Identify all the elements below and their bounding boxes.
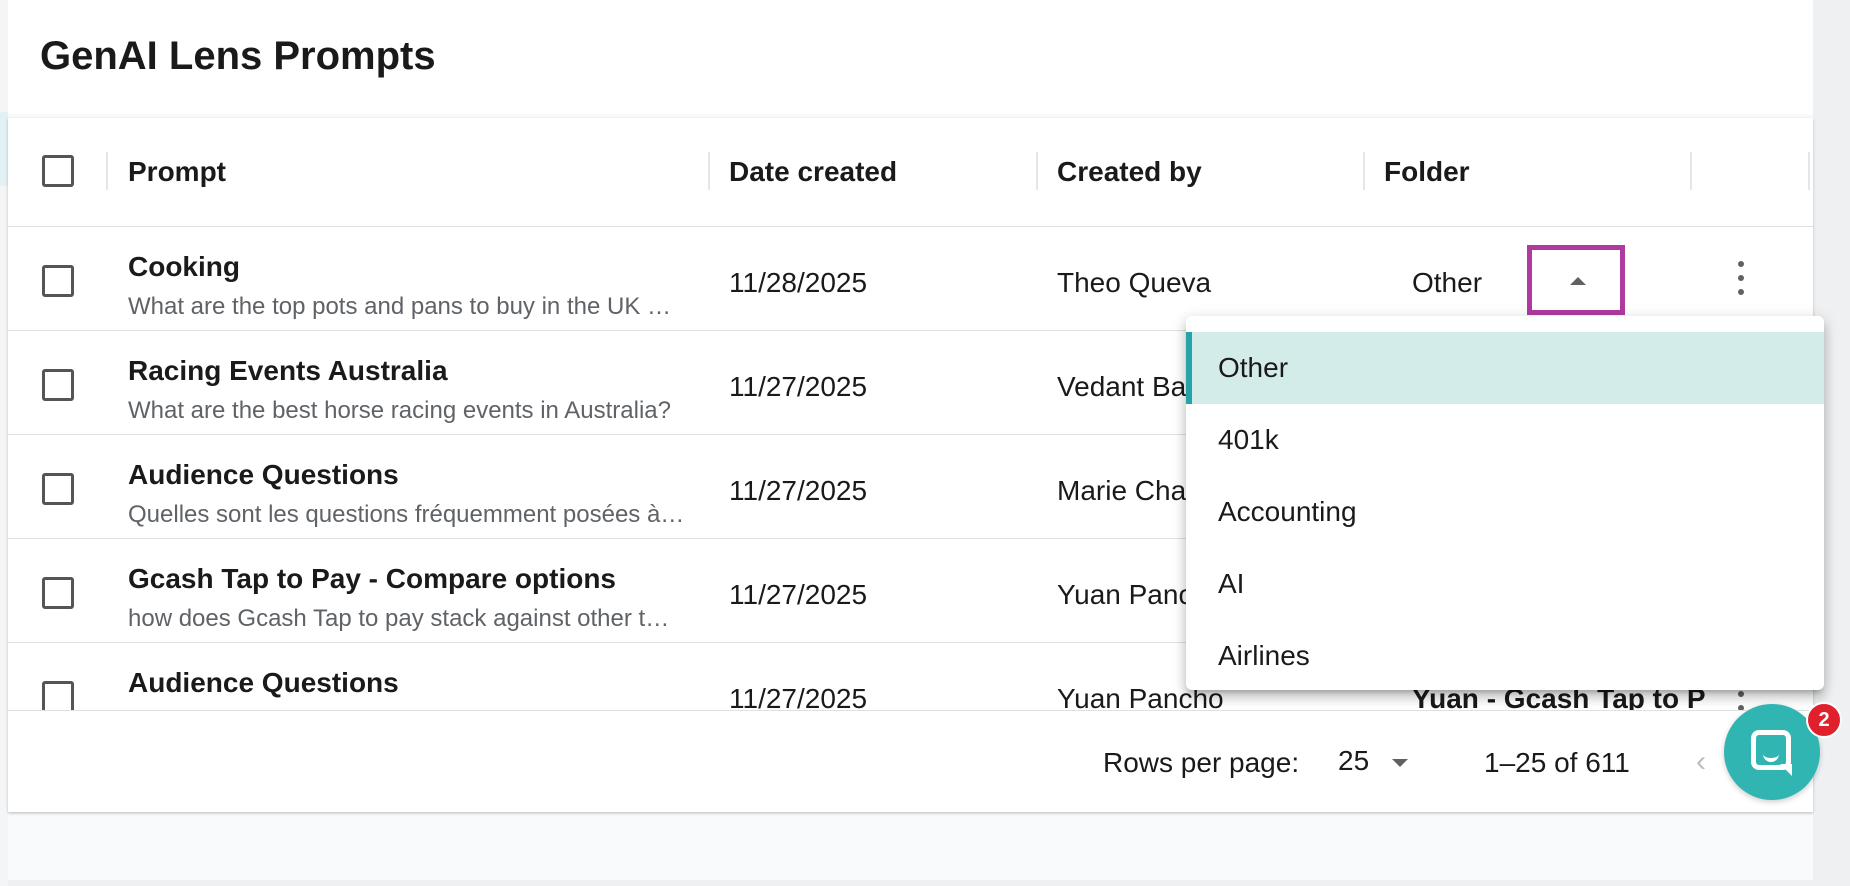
column-separator bbox=[1808, 152, 1810, 190]
folder-option[interactable]: Other bbox=[1186, 332, 1824, 404]
prompt-title[interactable]: Racing Events Australia bbox=[128, 355, 448, 387]
prompt-description: What are the top pots and pans to buy in… bbox=[128, 293, 671, 320]
column-separator bbox=[708, 152, 710, 190]
column-separator bbox=[1690, 152, 1692, 190]
created-by: Theo Queva bbox=[1057, 267, 1212, 298]
folder-option[interactable]: 401k bbox=[1186, 404, 1824, 476]
folder-select-toggle[interactable] bbox=[1527, 245, 1625, 315]
left-sidebar-edge bbox=[0, 0, 8, 886]
date-created: 11/27/2025 bbox=[729, 475, 868, 506]
column-header-created-by[interactable]: Created by bbox=[1057, 156, 1202, 188]
page-title: GenAI Lens Prompts bbox=[40, 34, 436, 78]
column-separator bbox=[1036, 152, 1038, 190]
row-checkbox[interactable] bbox=[42, 681, 74, 710]
row-checkbox[interactable] bbox=[42, 265, 74, 297]
date-created: 11/27/2025 bbox=[729, 579, 868, 610]
table-header: Prompt Date created Created by Folder bbox=[8, 118, 1813, 227]
folder-select-value[interactable]: Other bbox=[1412, 267, 1482, 299]
table-pagination: Rows per page: 25 1–25 of 611 ‹ bbox=[8, 710, 1813, 812]
created-by: Vedant Ba bbox=[1057, 371, 1187, 402]
row-checkbox[interactable] bbox=[42, 577, 74, 609]
created-by: Yuan Panc bbox=[1057, 579, 1193, 610]
folder-option[interactable]: Accounting bbox=[1186, 476, 1824, 548]
previous-page-icon[interactable]: ‹ bbox=[1696, 745, 1706, 779]
folder-option[interactable]: AI bbox=[1186, 548, 1824, 620]
date-created: 11/28/2025 bbox=[729, 267, 868, 298]
date-created: 11/27/2025 bbox=[729, 683, 868, 710]
column-header-prompt[interactable]: Prompt bbox=[128, 156, 226, 188]
column-header-folder[interactable]: Folder bbox=[1384, 156, 1470, 188]
row-checkbox[interactable] bbox=[42, 473, 74, 505]
notification-badge: 2 bbox=[1806, 702, 1842, 738]
sidebar-active-indicator bbox=[0, 112, 8, 186]
select-all-checkbox[interactable] bbox=[42, 155, 74, 187]
prompt-description: how does Gcash Tap to pay stack against … bbox=[128, 605, 670, 632]
prompt-title[interactable]: Gcash Tap to Pay - Compare options bbox=[128, 563, 616, 595]
prompt-description: Quelles sont les questions fréquemment p… bbox=[128, 501, 685, 528]
column-separator bbox=[1363, 152, 1365, 190]
folder-dropdown-menu: Other 401k Accounting AI Airlines bbox=[1186, 316, 1824, 690]
prompt-title[interactable]: Audience Questions bbox=[128, 667, 399, 699]
pagination-range: 1–25 of 611 bbox=[1484, 747, 1630, 778]
rows-per-page-select[interactable]: 25 bbox=[1338, 745, 1369, 777]
column-separator bbox=[106, 152, 108, 190]
folder-option[interactable]: Airlines bbox=[1186, 620, 1824, 690]
chevron-up-icon bbox=[1570, 277, 1586, 285]
row-checkbox[interactable] bbox=[42, 369, 74, 401]
chevron-down-icon[interactable] bbox=[1392, 759, 1408, 767]
prompt-description: What are the best horse racing events in… bbox=[128, 397, 671, 424]
created-by: Marie Cha bbox=[1057, 475, 1187, 506]
date-created: 11/27/2025 bbox=[729, 371, 868, 402]
more-options-icon[interactable] bbox=[1737, 261, 1745, 295]
prompt-title[interactable]: Audience Questions bbox=[128, 459, 399, 491]
column-header-date[interactable]: Date created bbox=[729, 156, 897, 188]
prompt-title[interactable]: Cooking bbox=[128, 251, 240, 283]
rows-per-page-label: Rows per page: bbox=[1103, 747, 1300, 778]
